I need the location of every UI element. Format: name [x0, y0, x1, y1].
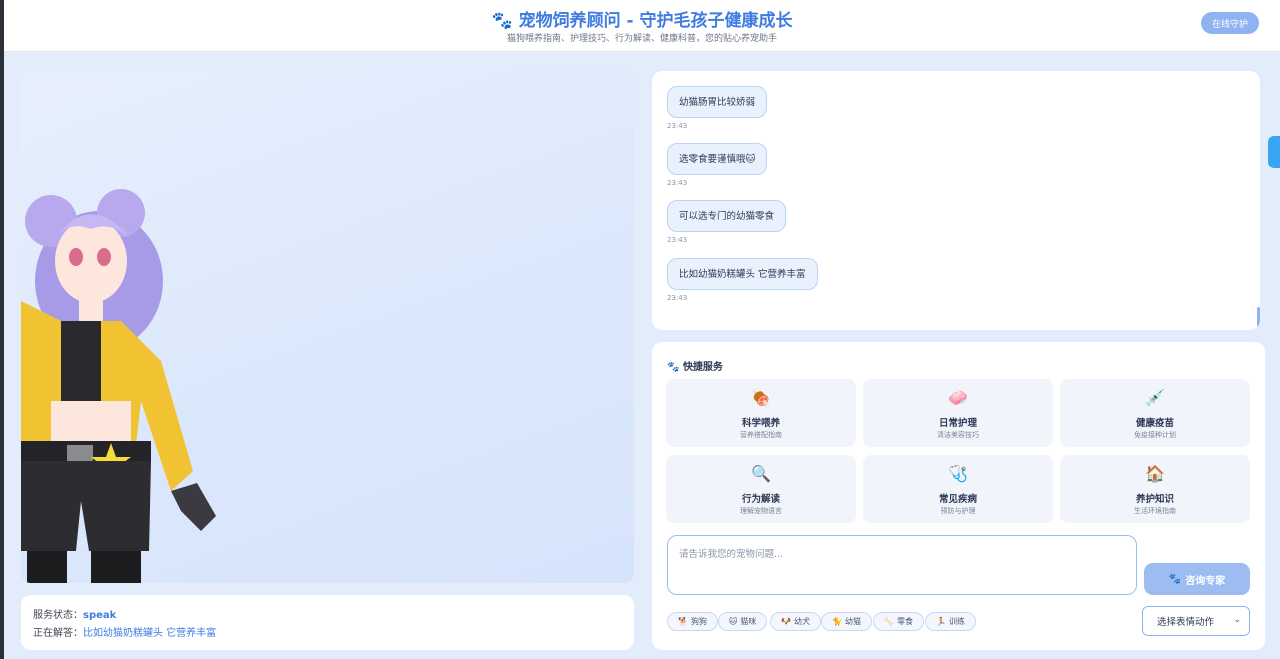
- service-desc: 营养搭配指南: [740, 431, 782, 439]
- service-desc: 清洁美容技巧: [937, 431, 979, 439]
- service-card-vaccine[interactable]: 💉 健康疫苗 免疫接种计划: [1060, 379, 1250, 447]
- message-time: 23:43: [667, 294, 688, 302]
- message-time: 23:43: [667, 122, 688, 130]
- service-name: 养护知识: [1135, 494, 1174, 505]
- chip-snack[interactable]: 🦴 零食: [873, 612, 924, 631]
- quick-services-panel: 🐾 快捷服务 🍖 科学喂养 营养搭配指南 🧼 日常护理 清洁美容技巧 💉 健康疫…: [652, 342, 1265, 650]
- service-desc: 生活环境指南: [1134, 507, 1176, 515]
- status-card: 服务状态：speak 正在解答：比如幼猫奶糕罐头 它营养丰富: [21, 595, 634, 650]
- paw-icon: 🐾: [667, 362, 680, 373]
- meat-icon: 🍖: [751, 388, 771, 407]
- chip-kitten[interactable]: 🐈 幼猫: [821, 612, 872, 631]
- answering-value: 比如幼猫奶糕罐头 它营养丰富: [83, 628, 217, 639]
- page-title-text: 宠物饲养顾问 - 守护毛孩子健康成长: [518, 11, 793, 31]
- service-desc: 预防与护理: [940, 507, 976, 515]
- service-card-behavior[interactable]: 🔍 行为解读 理解宠物语言: [666, 455, 856, 523]
- chip-label: 猫咪: [740, 617, 757, 626]
- chat-scrollbar[interactable]: [1257, 307, 1260, 327]
- message-time: 23:43: [667, 179, 688, 187]
- avatar-stage: [21, 71, 634, 583]
- answering-label: 正在解答：: [33, 628, 83, 639]
- virtual-avatar: [21, 189, 216, 583]
- kitten-icon: 🐈: [832, 617, 842, 626]
- consult-expert-label: 咨询专家: [1185, 575, 1226, 587]
- house-icon: 🏠: [1145, 464, 1165, 483]
- chip-dog[interactable]: 🐕 狗狗: [667, 612, 718, 631]
- dog-icon: 🐕: [678, 617, 688, 626]
- paw-icon: 🐾: [491, 11, 513, 31]
- expression-select-value: 选择表情动作: [1157, 617, 1215, 628]
- chat-message: 幼猫肠胃比较娇弱 23:43: [667, 86, 768, 130]
- chip-puppy[interactable]: 🐶 幼犬: [770, 612, 821, 631]
- service-card-disease[interactable]: 🩺 常见疾病 预防与护理: [863, 455, 1053, 523]
- page-title: 🐾 宠物饲养顾问 - 守护毛孩子健康成长: [4, 6, 1280, 31]
- cat-icon: 🐱: [729, 617, 738, 626]
- chat-message: 比如幼猫奶糕罐头 它营养丰富 23:43: [667, 258, 818, 302]
- chip-cat[interactable]: 🐱 猫咪: [718, 612, 768, 631]
- service-card-care[interactable]: 🧼 日常护理 清洁美容技巧: [863, 379, 1053, 447]
- service-status-label: 服务状态：: [33, 610, 83, 621]
- service-name: 行为解读: [741, 494, 780, 505]
- soap-icon: 🧼: [948, 388, 968, 407]
- bone-icon: 🦴: [884, 617, 894, 626]
- message-bubble: 幼猫肠胃比较娇弱: [667, 86, 768, 118]
- service-status: 服务状态：speak: [33, 607, 622, 625]
- chip-label: 幼猫: [844, 617, 861, 626]
- message-bubble: 选零食要谨慎哦🐱: [667, 143, 768, 175]
- question-input[interactable]: [667, 535, 1137, 595]
- online-guard-button[interactable]: 在线守护: [1201, 12, 1259, 34]
- puppy-icon: 🐶: [781, 617, 791, 626]
- service-name: 科学喂养: [741, 418, 780, 429]
- app-header: 🐾 宠物饲养顾问 - 守护毛孩子健康成长 猫狗喂养指南、护理技巧、行为解读、健康科…: [4, 0, 1280, 52]
- service-name: 常见疾病: [938, 494, 977, 505]
- quick-services-title: 🐾 快捷服务: [667, 358, 723, 373]
- message-time: 23:43: [667, 236, 688, 244]
- service-name: 健康疫苗: [1135, 418, 1174, 429]
- service-name: 日常护理: [938, 418, 977, 429]
- chip-label: 狗狗: [690, 617, 707, 626]
- quick-services-title-text: 快捷服务: [682, 362, 723, 373]
- message-bubble: 比如幼猫奶糕罐头 它营养丰富: [667, 258, 818, 290]
- chip-label: 幼犬: [793, 617, 810, 626]
- stethoscope-icon: 🩺: [948, 464, 968, 483]
- chip-label: 零食: [896, 617, 913, 626]
- syringe-icon: 💉: [1145, 388, 1165, 407]
- side-drawer-tab[interactable]: [1268, 136, 1280, 168]
- chat-message: 可以选专门的幼猫零食 23:43: [667, 200, 787, 244]
- service-status-value: speak: [83, 610, 117, 621]
- chip-training[interactable]: 🏃 训练: [925, 612, 976, 631]
- running-icon: 🏃: [936, 617, 946, 626]
- chip-label: 训练: [948, 617, 965, 626]
- expression-select[interactable]: 选择表情动作 ⌄: [1142, 606, 1250, 636]
- service-card-feeding[interactable]: 🍖 科学喂养 营养搭配指南: [666, 379, 856, 447]
- paw-icon: 🐾: [1168, 573, 1182, 585]
- service-desc: 理解宠物语言: [740, 507, 782, 515]
- answering-status: 正在解答：比如幼猫奶糕罐头 它营养丰富: [33, 625, 622, 643]
- window-edge: [0, 0, 4, 659]
- chat-message: 选零食要谨慎哦🐱 23:43: [667, 143, 768, 187]
- message-bubble: 可以选专门的幼猫零食: [667, 200, 787, 232]
- page-subtitle: 猫狗喂养指南、护理技巧、行为解读、健康科普，您的贴心养宠助手: [506, 34, 777, 44]
- service-desc: 免疫接种计划: [1134, 431, 1176, 439]
- magnifier-icon: 🔍: [751, 464, 771, 483]
- consult-expert-button[interactable]: 🐾 咨询专家: [1144, 563, 1250, 595]
- chevron-down-icon: ⌄: [1233, 615, 1241, 625]
- service-card-knowledge[interactable]: 🏠 养护知识 生活环境指南: [1060, 455, 1250, 523]
- chat-panel[interactable]: 幼猫肠胃比较娇弱 23:43 选零食要谨慎哦🐱 23:43 可以选专门的幼猫零食…: [652, 71, 1260, 330]
